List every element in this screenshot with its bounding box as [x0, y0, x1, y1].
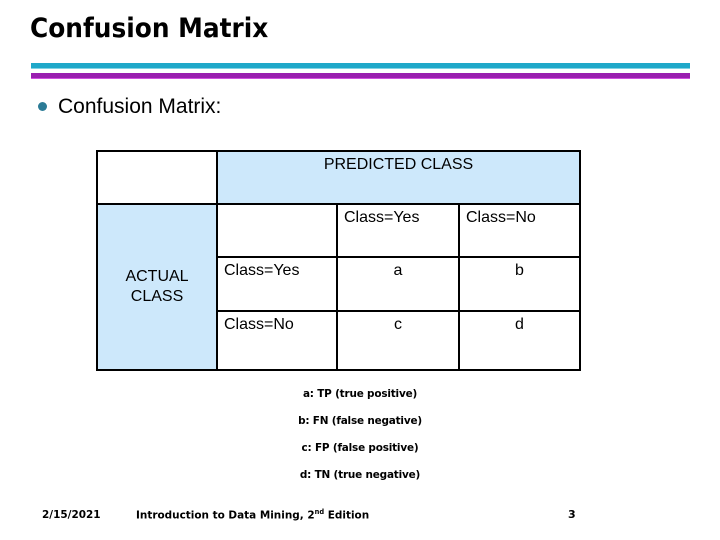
footer-source-title-superscript: nd	[314, 508, 325, 516]
legend-note-c: c: FP (false positive)	[301, 441, 419, 454]
matrix-cell-no-yes: c	[336, 310, 460, 371]
legend-note-a: a: TP (true positive)	[302, 387, 418, 400]
matrix-predicted-class-header: PREDICTED CLASS	[215, 150, 582, 205]
legend-note-b: b: FN (false negative)	[298, 414, 422, 427]
footer-date: 2/15/2021	[42, 508, 101, 521]
page-title: Confusion Matrix	[30, 13, 269, 44]
matrix-cell-no-no: d	[457, 310, 582, 371]
bullet-item-label: Confusion Matrix:	[58, 95, 222, 118]
slide-footer: 2/15/2021 Introduction to Data Mining, 2…	[0, 508, 720, 528]
table-row: ACTUAL CLASS Class=Yes Class=No	[96, 203, 582, 371]
matrix-cell-yes-yes: a	[336, 256, 460, 312]
footer-source-title-suffix: Edition	[324, 508, 370, 522]
legend-note-d: d: TN (true negative)	[299, 468, 421, 481]
table-row: PREDICTED CLASS	[96, 150, 582, 205]
divider-bar-purple	[31, 73, 690, 79]
divider-bar-cyan	[31, 63, 690, 69]
matrix-cell-yes-no: b	[457, 256, 582, 312]
matrix-predicted-label-no: Class=No	[457, 203, 582, 258]
bullet-dot-icon	[38, 102, 47, 111]
title-divider	[31, 63, 690, 80]
footer-page-number: 3	[568, 508, 576, 521]
footer-source-title: Introduction to Data Mining, 2nd Edition	[136, 508, 369, 522]
footer-source-title-prefix: Introduction to Data Mining, 2	[136, 508, 315, 522]
matrix-corner-blank-cell	[96, 150, 218, 205]
bullet-item: Confusion Matrix:	[38, 96, 221, 117]
matrix-actual-label-no: Class=No	[216, 310, 338, 371]
confusion-matrix-table: PREDICTED CLASS ACTUAL CLASS Class=Yes C…	[96, 150, 582, 371]
matrix-predicted-label-yes: Class=Yes	[336, 203, 460, 258]
matrix-actual-class-header: ACTUAL CLASS	[96, 203, 218, 371]
matrix-sub-blank-cell	[216, 203, 338, 258]
matrix-legend: a: TP (true positive) b: FN (false negat…	[0, 387, 720, 495]
matrix-actual-label-yes: Class=Yes	[216, 256, 338, 312]
